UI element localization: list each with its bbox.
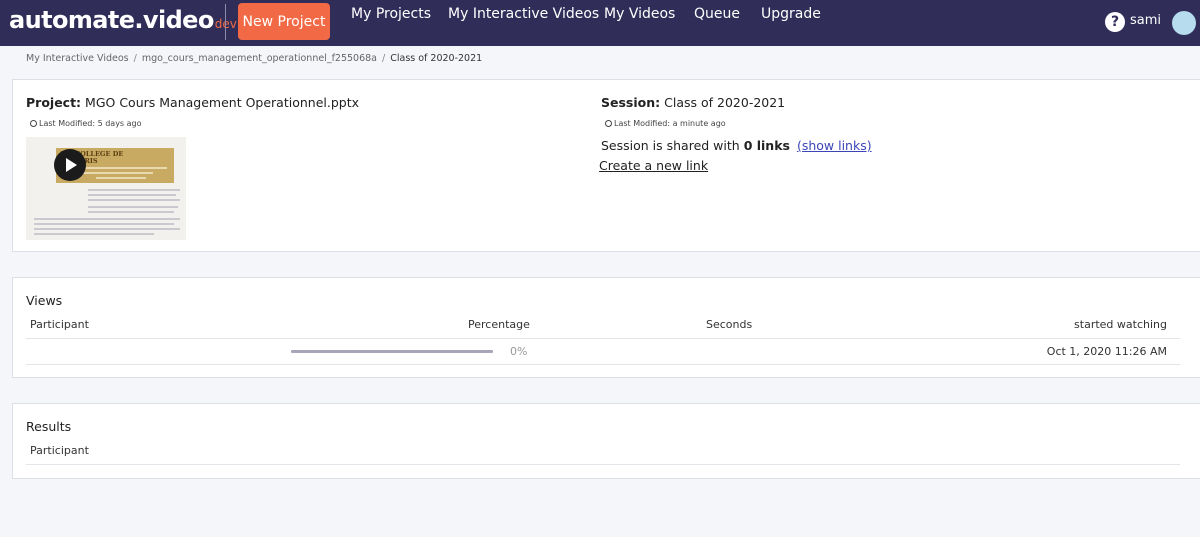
session-label: Session: [601, 95, 661, 110]
project-heading: Project: MGO Cours Management Operationn… [26, 95, 359, 110]
views-header-divider [26, 338, 1180, 339]
views-card: Views Participant Percentage Seconds sta… [12, 277, 1200, 378]
results-col-participant: Participant [30, 444, 89, 457]
watch-progress-bar [291, 350, 493, 353]
play-button[interactable] [54, 149, 86, 181]
breadcrumb-separator: / [133, 53, 137, 64]
thumbnail-text-line [88, 194, 176, 196]
project-label: Project: [26, 95, 82, 110]
results-title: Results [26, 419, 72, 434]
project-last-modified-text: Last Modified: 5 days ago [39, 119, 142, 128]
share-count: 0 links [743, 138, 790, 153]
new-project-button[interactable]: New Project [238, 3, 330, 40]
session-heading: Session: Class of 2020-2021 [601, 95, 785, 110]
top-navbar: automate.videodev New Project My Project… [0, 0, 1200, 46]
session-share-status: Session is shared with 0 links (show lin… [601, 138, 872, 153]
thumbnail-text-line [96, 177, 146, 179]
avatar[interactable] [1172, 11, 1196, 35]
views-col-participant: Participant [30, 318, 89, 331]
breadcrumb-separator: / [382, 53, 386, 64]
video-thumbnail[interactable]: COLLEGE DE PARIS [26, 137, 186, 240]
show-links-link[interactable]: (show links) [797, 138, 872, 153]
results-header-divider [26, 464, 1180, 465]
breadcrumb-project[interactable]: mgo_cours_management_operationnel_f25506… [142, 53, 377, 64]
breadcrumb-my-interactive-videos[interactable]: My Interactive Videos [26, 53, 129, 64]
nav-my-videos[interactable]: My Videos [604, 6, 675, 22]
clock-icon [30, 120, 37, 127]
thumbnail-text-line [75, 167, 167, 169]
thumbnail-text-line [88, 199, 180, 201]
nav-queue[interactable]: Queue [694, 6, 740, 22]
thumbnail-text-line [88, 206, 178, 208]
thumbnail-text-line [34, 228, 180, 230]
views-title: Views [26, 293, 63, 308]
thumbnail-text-line [75, 172, 153, 174]
views-col-seconds: Seconds [706, 318, 753, 331]
views-row-divider [26, 364, 1180, 365]
nav-my-interactive-videos[interactable]: My Interactive Videos [448, 6, 599, 22]
views-row-started: Oct 1, 2020 11:26 AM [1046, 345, 1167, 358]
project-last-modified: Last Modified: 5 days ago [30, 119, 142, 128]
brand-logo[interactable]: automate.videodev [9, 6, 237, 36]
results-card: Results Participant [12, 403, 1200, 479]
session-last-modified-text: Last Modified: a minute ago [614, 119, 726, 128]
thumbnail-text-line [88, 211, 174, 213]
views-col-percentage: Percentage [468, 318, 530, 331]
breadcrumb-current: Class of 2020-2021 [390, 53, 483, 64]
nav-upgrade[interactable]: Upgrade [761, 6, 821, 22]
project-name: MGO Cours Management Operationnel.pptx [85, 95, 360, 110]
user-name[interactable]: sami [1130, 13, 1161, 28]
session-last-modified: Last Modified: a minute ago [605, 119, 726, 128]
views-col-started-watching: started watching [1074, 318, 1167, 331]
create-new-link[interactable]: Create a new link [599, 158, 708, 173]
question-circle-icon[interactable]: ? [1105, 12, 1125, 32]
thumbnail-text-line [34, 223, 174, 225]
nav-my-projects[interactable]: My Projects [351, 6, 431, 22]
share-prefix: Session is shared with [601, 138, 740, 153]
views-row-percentage: 0% [510, 345, 528, 358]
thumbnail-text-line [34, 233, 154, 235]
logo-divider [225, 4, 226, 40]
project-card: Project: MGO Cours Management Operationn… [12, 79, 1200, 252]
thumbnail-text-line [34, 218, 180, 220]
session-name: Class of 2020-2021 [664, 95, 786, 110]
thumbnail-text-line [88, 189, 180, 191]
brand-name: automate.video [9, 6, 214, 34]
breadcrumb: My Interactive Videos / mgo_cours_manageme… [26, 53, 482, 64]
clock-icon [605, 120, 612, 127]
